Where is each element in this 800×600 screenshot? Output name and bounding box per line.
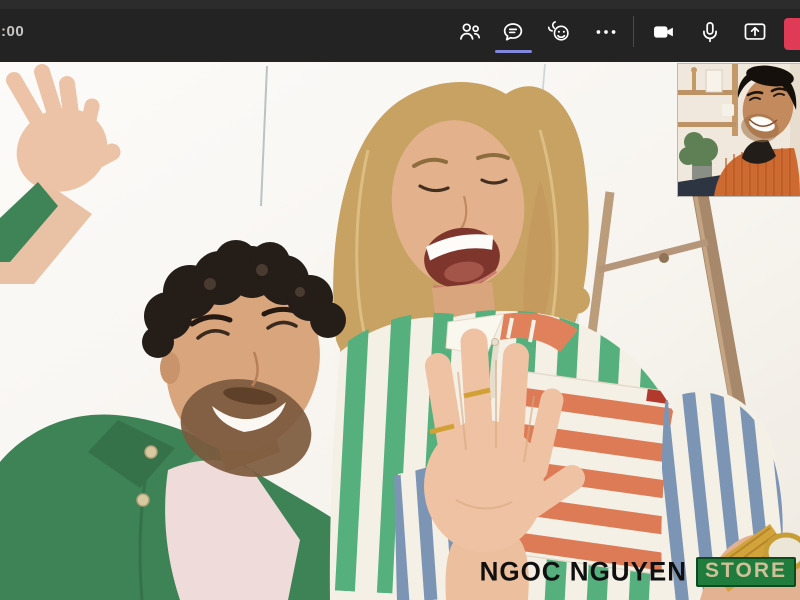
chat-active-indicator [495,50,532,53]
share-screen-button[interactable] [742,19,768,45]
watermark: NGOC NGUYEN STORE [480,556,796,587]
camera-button[interactable] [651,19,677,45]
self-view-content [678,64,800,196]
meeting-toolbar: :00 [0,0,800,62]
teams-meeting-window: :00 [0,0,800,600]
watermark-brand-text: NGOC NGUYEN [480,555,687,587]
people-icon [457,19,483,45]
chat-button[interactable] [500,19,526,45]
more-actions-button[interactable] [593,19,619,45]
reactions-button[interactable] [546,19,572,45]
mic-button[interactable] [697,19,723,45]
reactions-icon [546,19,572,45]
share-screen-icon [742,19,768,45]
watermark-store-badge: STORE [696,557,796,587]
mic-icon [697,19,723,45]
leave-button[interactable] [784,18,800,50]
toolbar-divider [633,16,634,47]
participants-button[interactable] [457,19,483,45]
camera-icon [651,19,677,45]
chat-icon [500,19,526,45]
meeting-timer: :00 [1,23,24,40]
more-icon [593,19,619,45]
self-view-video[interactable] [678,64,800,196]
